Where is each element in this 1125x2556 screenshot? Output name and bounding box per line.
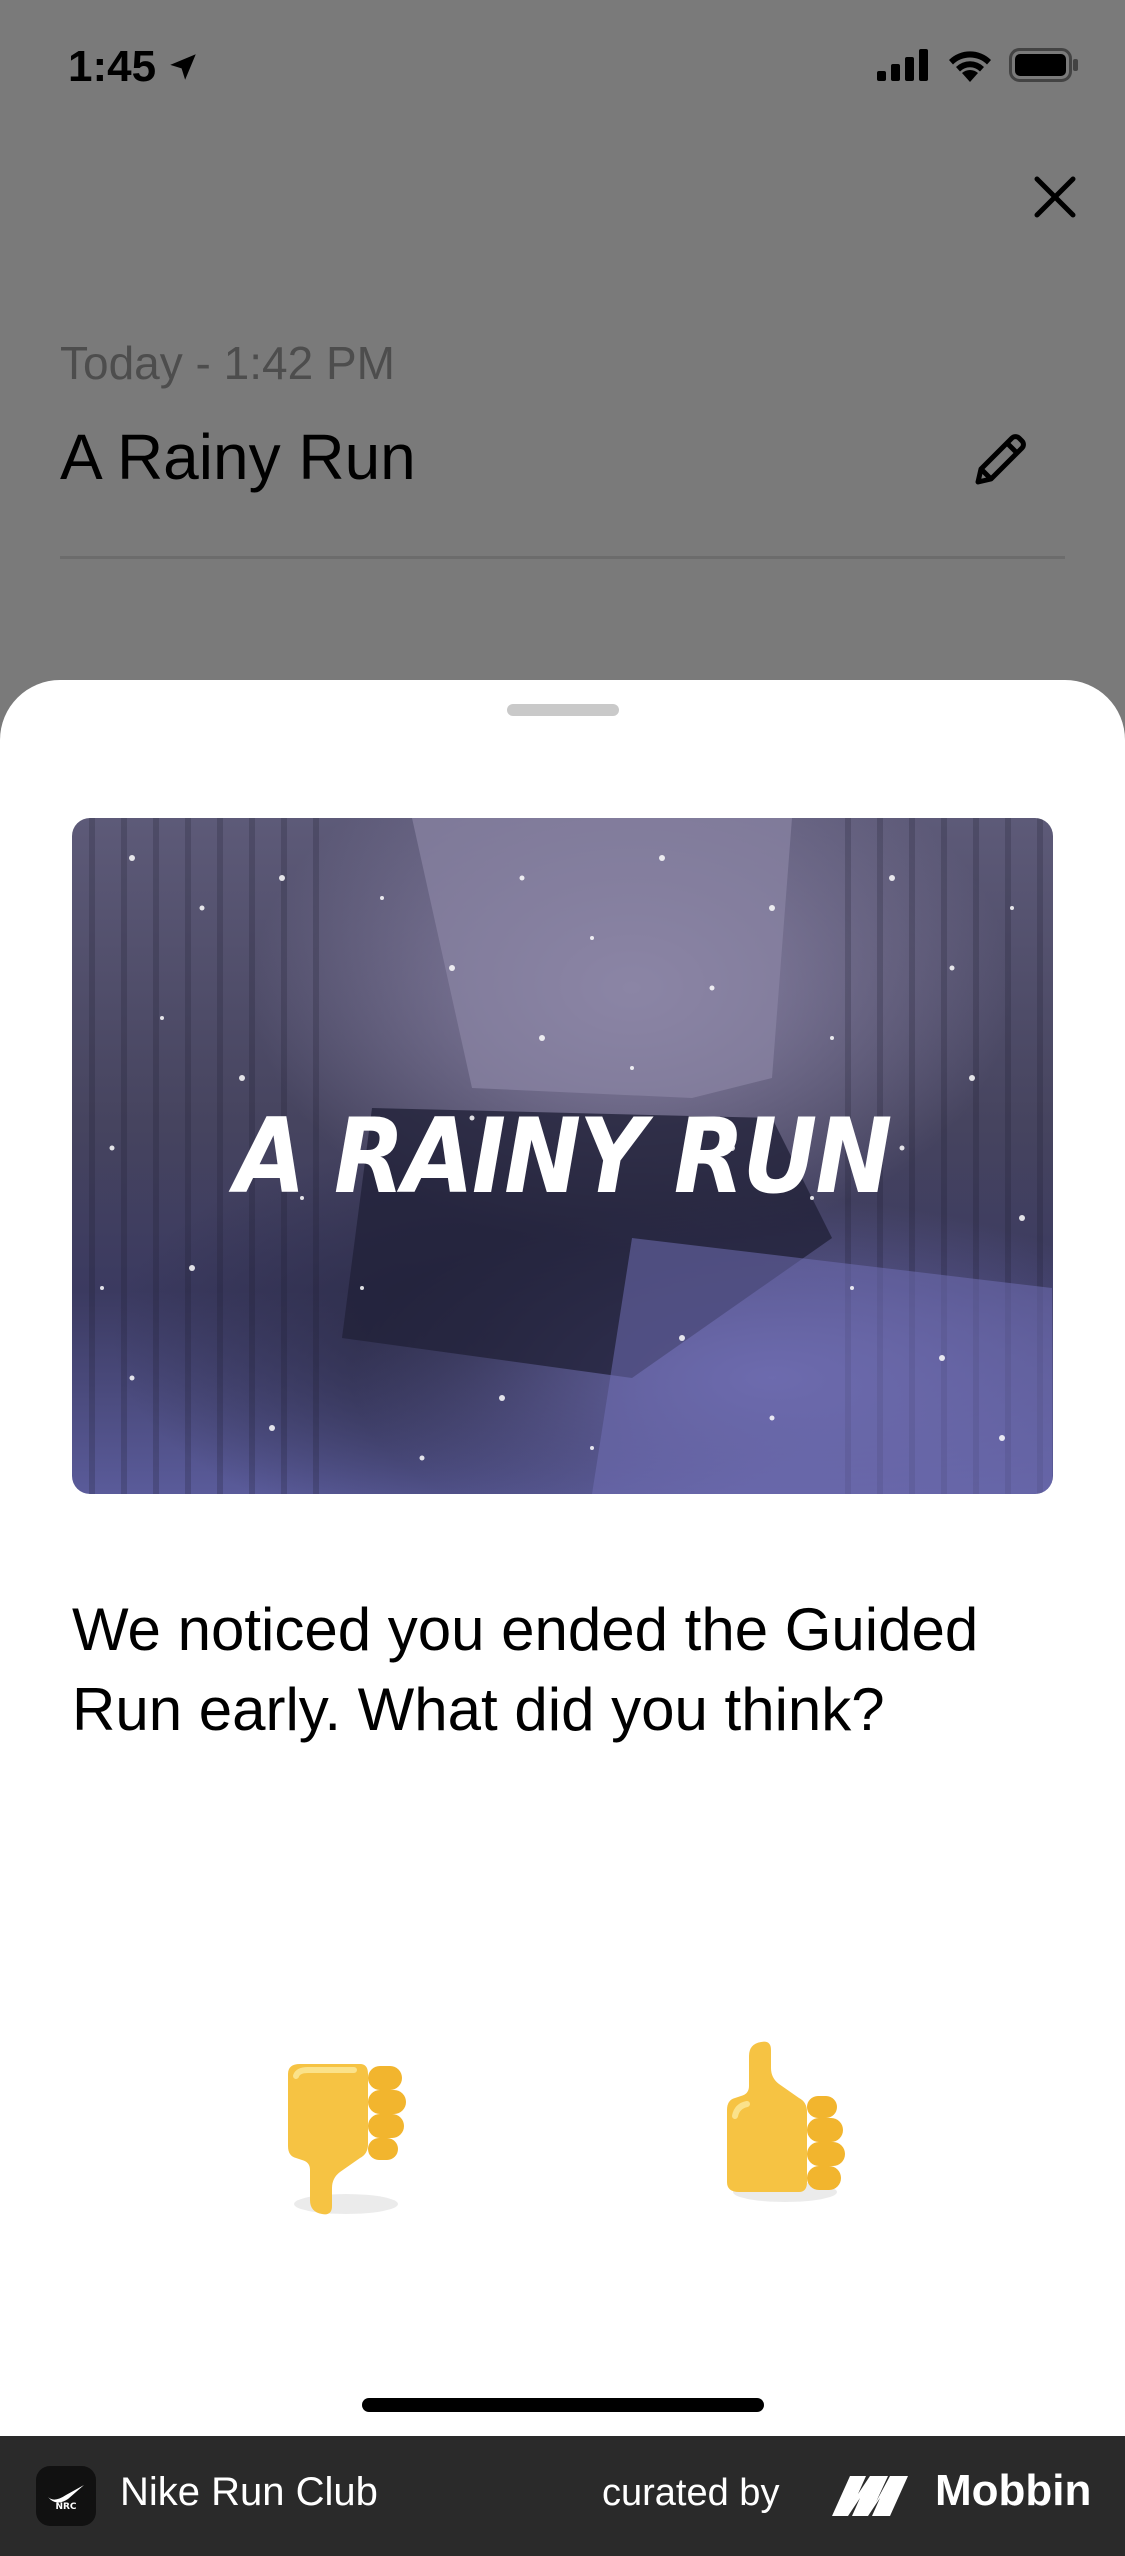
status-bar: 1:45	[0, 0, 1125, 140]
status-time: 1:45	[68, 42, 200, 92]
sheet-grabber[interactable]	[507, 704, 619, 716]
attribution-footer: NRC Nike Run Club curated by Mobbin	[0, 2436, 1125, 2556]
thumbs-up-button[interactable]	[697, 2022, 867, 2212]
curated-by-label: curated by	[602, 2472, 780, 2514]
guided-run-hero-image: A RAINY RUN	[72, 818, 1053, 1494]
thumbs-up-icon	[727, 2041, 845, 2202]
mobbin-logo-icon	[832, 2476, 908, 2516]
thumbs-down-button[interactable]	[258, 2044, 428, 2234]
app-name: Nike Run Club	[120, 2470, 378, 2514]
status-indicators	[877, 48, 1079, 82]
activity-title: A Rainy Run	[60, 421, 416, 493]
svg-text:NRC: NRC	[55, 2502, 76, 2511]
status-time-text: 1:45	[68, 42, 157, 91]
pencil-icon	[975, 434, 1026, 485]
edit-title-button[interactable]	[960, 420, 1040, 500]
home-indicator[interactable]	[362, 2398, 764, 2412]
activity-date-label: Today - 1:42 PM	[60, 337, 395, 389]
thumbs-down-icon	[288, 2064, 406, 2215]
close-button[interactable]	[1020, 162, 1090, 232]
nike-run-club-app-icon: NRC	[36, 2466, 96, 2526]
battery-icon	[1009, 48, 1078, 82]
feedback-sheet: A RAINY RUN We noticed you ended the Gui…	[0, 680, 1125, 2436]
close-icon	[1034, 176, 1076, 218]
cellular-signal-icon	[877, 49, 928, 81]
location-arrow-icon	[170, 54, 196, 80]
nrc-logo-icon: NRC	[48, 2485, 84, 2511]
section-divider	[60, 556, 1065, 559]
hero-title: A RAINY RUN	[234, 1096, 893, 1216]
mobbin-brand-name: Mobbin	[935, 2466, 1092, 2515]
wifi-icon	[949, 51, 991, 82]
feedback-question: We noticed you ended the Guided Run earl…	[72, 1596, 979, 1743]
